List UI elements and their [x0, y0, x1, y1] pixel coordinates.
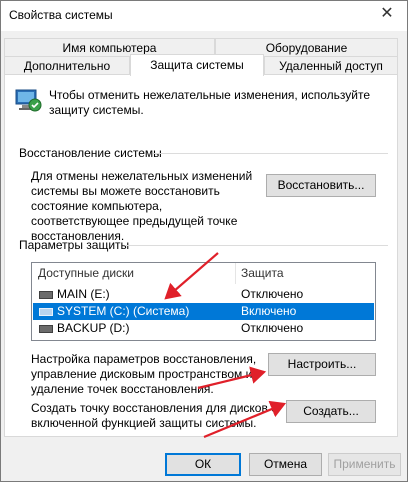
- arrow-to-configure: [197, 366, 267, 390]
- arrow-to-create: [203, 400, 287, 439]
- apply-button[interactable]: Применить: [328, 453, 401, 476]
- tab-system-protection[interactable]: Защита системы: [130, 54, 264, 76]
- cancel-button[interactable]: Отмена: [249, 453, 322, 476]
- ok-button[interactable]: ОК: [165, 453, 241, 476]
- arrow-to-system-drive: [164, 252, 219, 300]
